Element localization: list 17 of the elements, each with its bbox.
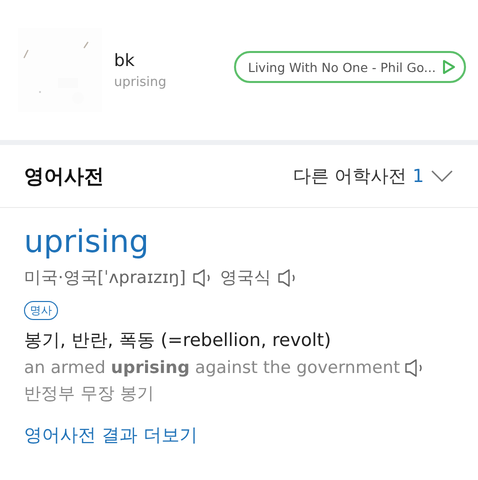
track-name: uprising (114, 74, 168, 90)
example-translation: 반정부 무장 봉기 (24, 383, 154, 405)
other-dictionaries-button[interactable]: 다른 어학사전 1 (292, 164, 454, 188)
meaning-text: 봉기, 반란, 폭동 (=rebellion, revolt) (24, 329, 331, 352)
example-sentence: an armed uprising against the government (24, 358, 400, 378)
more-results-link[interactable]: 영어사전 결과 더보기 (24, 423, 198, 447)
artist-name: bk (114, 50, 136, 70)
pronunciation-label: 미국·영국[ˈʌpraɪzɪŋ] (24, 267, 186, 289)
song-button[interactable]: Living With No One - Phil Go... (234, 51, 466, 83)
part-of-speech-tag: 명사 (24, 301, 58, 320)
british-label: 영국식 (220, 267, 271, 289)
headword: uprising (24, 223, 149, 262)
section-title: 영어사전 (24, 162, 104, 190)
dictionary-count: 1 (412, 166, 424, 186)
chevron-icon (430, 169, 454, 183)
other-dictionaries-label: 다른 어학사전 (292, 165, 407, 188)
play-icon (442, 59, 456, 75)
